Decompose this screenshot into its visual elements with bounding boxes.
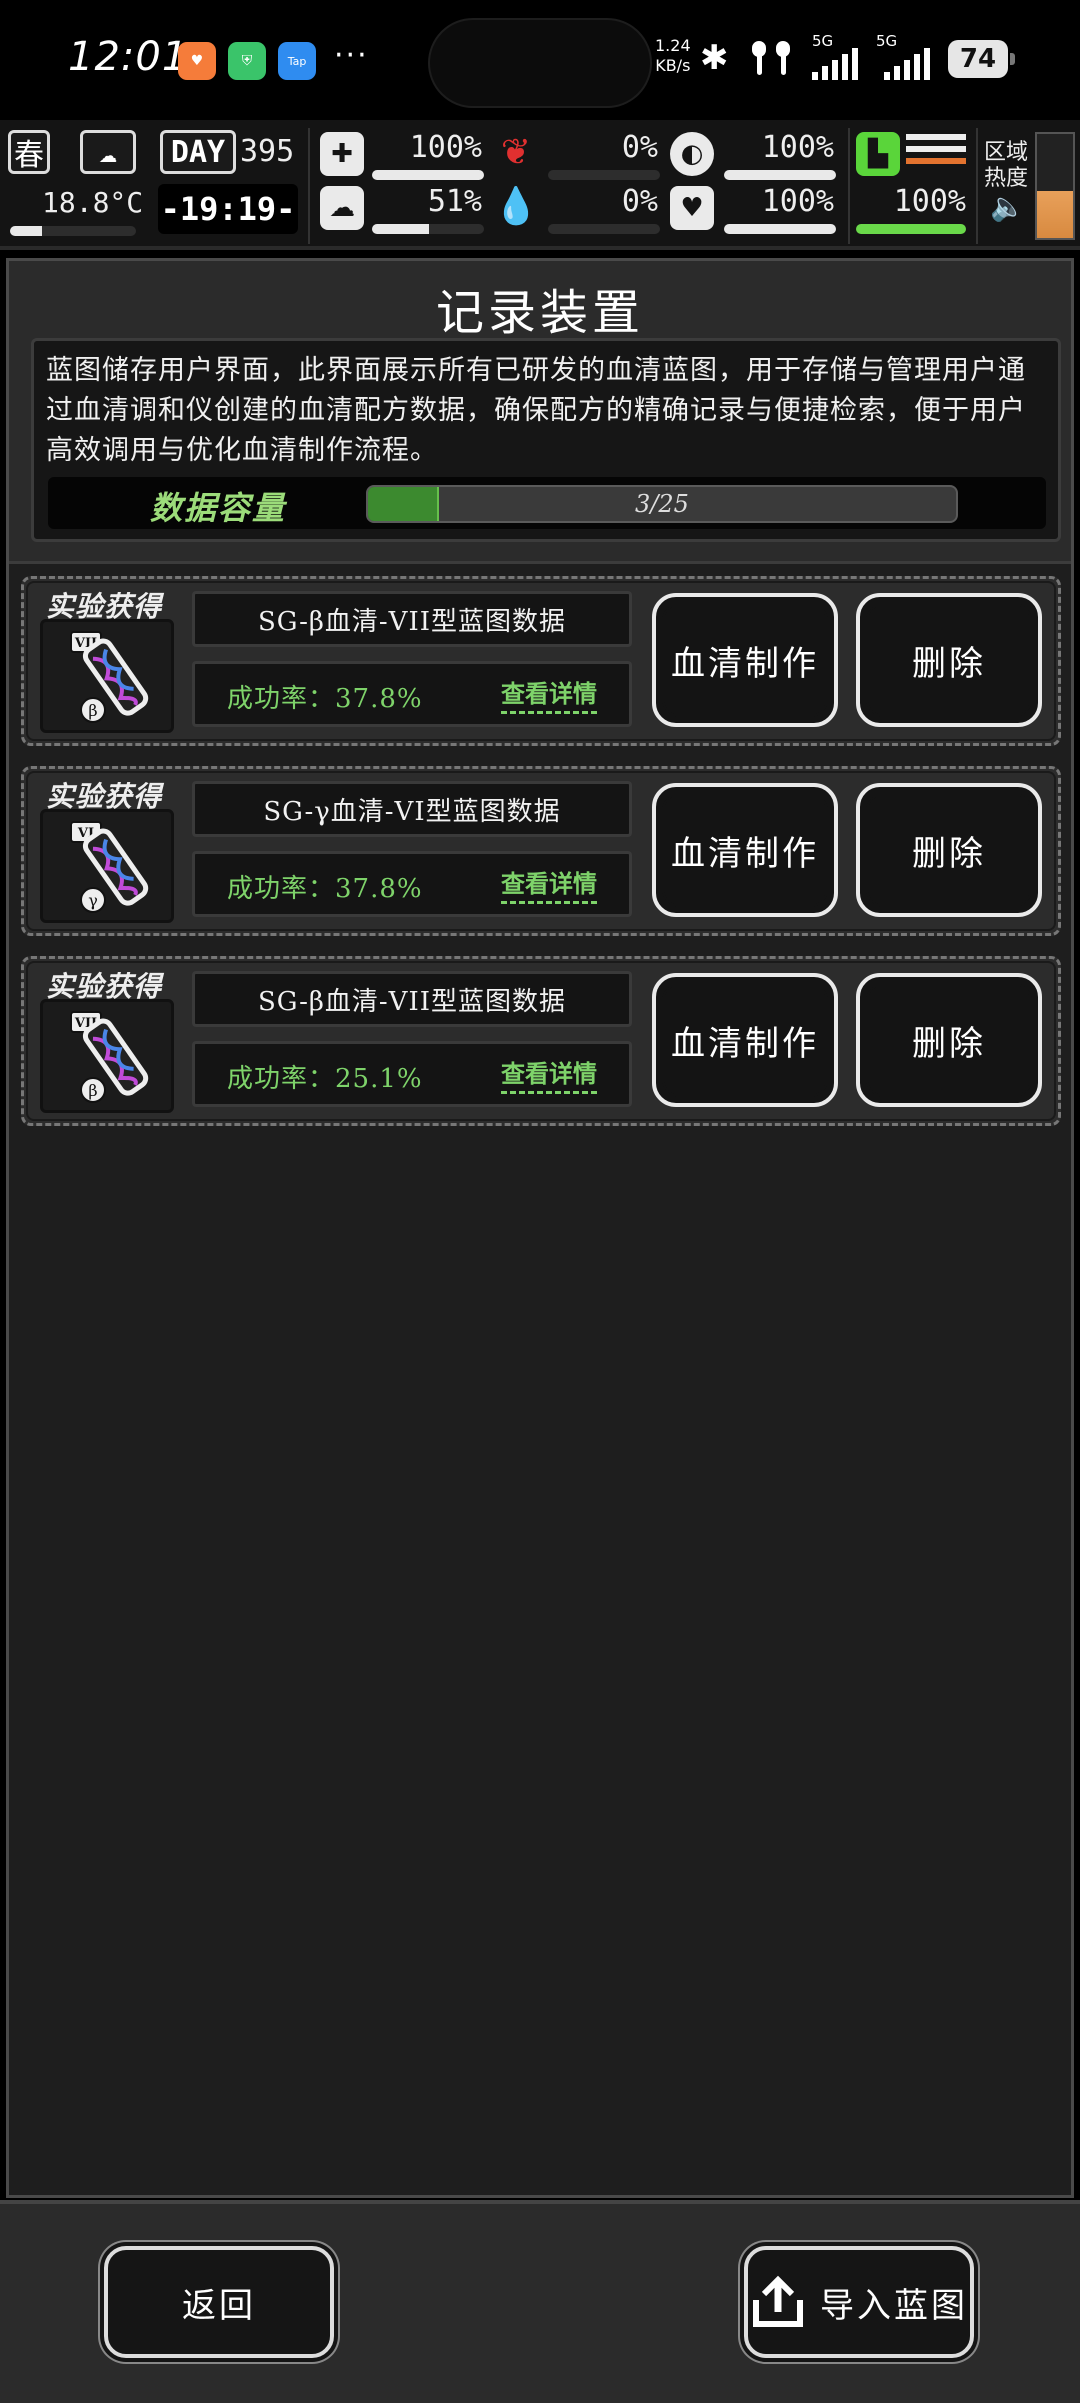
serum-vial-icon: VII β (70, 1011, 149, 1103)
upload-icon (753, 2275, 803, 2327)
view-details-link[interactable]: 查看详情 (501, 864, 597, 904)
description-text: 蓝图储存用户界面，此界面展示所有已研发的血清蓝图，用于存储与管理用户通过血清调和… (46, 355, 1026, 466)
region-heat-label: 区域 热度 (984, 140, 1029, 191)
blueprint-list: 实验获得 VII β SG-β血清-VII型蓝图数据 成功率：37.8% 查看详… (9, 561, 1071, 2195)
description-box: 蓝图储存用户界面，此界面展示所有已研发的血清蓝图，用于存储与管理用户通过血清调和… (31, 338, 1061, 542)
game-clock: -19:19- (158, 184, 298, 234)
sanity-meter (372, 224, 484, 234)
medkit-icon: ✚ (320, 132, 364, 176)
success-rate-box: 成功率：37.8% 查看详情 (192, 851, 632, 917)
sanity-value: 51% (427, 184, 482, 219)
footer-bar: 返回 导入蓝图 (0, 2200, 1080, 2403)
svg-text:γ: γ (88, 891, 98, 910)
blueprint-name: SG-β血清-VII型蓝图数据 (192, 971, 632, 1027)
make-serum-button[interactable]: 血清制作 (652, 783, 838, 917)
season-indicator: 春 (8, 130, 50, 174)
status-bar: 12:01 ♥ ⛨ Tap ··· 1.24 KB/s ✱ 5G 5G 74 (0, 0, 1080, 120)
delete-button[interactable]: 删除 (856, 973, 1042, 1107)
shield-app-icon: ⛨ (228, 42, 266, 80)
blueprint-card: 实验获得 VII β SG-β血清-VII型蓝图数据 成功率：37.8% 查看详… (21, 576, 1061, 746)
stamina-stripes (906, 134, 966, 164)
bleeding-value: 0% (621, 184, 658, 219)
more-notifications-icon: ··· (334, 38, 369, 73)
earbuds-icon (748, 38, 794, 78)
network-speed: 1.24 KB/s (655, 36, 691, 75)
serum-vial-icon: VI γ (70, 821, 149, 913)
hunger-meter (548, 170, 660, 180)
delete-button[interactable]: 删除 (856, 593, 1042, 727)
capacity-label: 数据容量 (150, 489, 287, 527)
back-button-label: 返回 (182, 2285, 256, 2326)
make-serum-button[interactable]: 血清制作 (652, 973, 838, 1107)
success-rate: 成功率：25.1% (227, 1064, 423, 1094)
medicine-value: 100% (761, 130, 834, 165)
make-serum-button[interactable]: 血清制作 (652, 593, 838, 727)
mood-meter (724, 224, 836, 234)
stomach-icon: ❦ (500, 131, 532, 173)
capacity-count: 3/25 (635, 490, 689, 518)
health-meter (372, 170, 484, 180)
day-label: DAY (160, 130, 236, 174)
view-details-link[interactable]: 查看详情 (501, 674, 597, 714)
tap-app-icon: Tap (278, 42, 316, 80)
temperature-gauge (10, 226, 136, 236)
heart-app-icon: ♥ (178, 42, 216, 80)
serum-vial-icon: VII β (70, 631, 149, 723)
temperature-readout: 18.8°C (42, 186, 144, 219)
signal-icon-2 (884, 44, 930, 84)
serum-thumbnail: VII β (40, 619, 174, 733)
page-title: 记录装置 (435, 285, 644, 341)
day-counter: 395 (240, 134, 295, 169)
speaker-icon[interactable]: 🔈 (990, 190, 1025, 223)
blueprint-card: 实验获得 VI γ SG-γ血清-VI型蓝图数据 成功率：37.8% 查看详情 … (21, 766, 1061, 936)
back-button[interactable]: 返回 (104, 2246, 334, 2358)
svg-text:β: β (88, 1081, 97, 1100)
success-rate-box: 成功率：37.8% 查看详情 (192, 661, 632, 727)
survival-hud: 春 ☁ 18.8°C DAY 395 -19:19- ✚ 100% ❦ 0% ◐… (0, 120, 1080, 250)
medicine-meter (724, 170, 836, 180)
capacity-progress: 3/25 (366, 485, 958, 523)
bluetooth-icon: ✱ (700, 38, 729, 78)
signal-icon-1 (812, 44, 858, 84)
pill-icon: ◐ (670, 132, 714, 176)
serum-thumbnail: VII β (40, 999, 174, 1113)
record-device-panel: 记录装置 蓝图储存用户界面，此界面展示所有已研发的血清蓝图，用于存储与管理用户通… (6, 258, 1074, 2198)
success-rate: 成功率：37.8% (227, 684, 423, 714)
blueprint-name: SG-β血清-VII型蓝图数据 (192, 591, 632, 647)
svg-text:β: β (88, 701, 97, 720)
import-blueprint-button[interactable]: 导入蓝图 (744, 2246, 974, 2358)
serum-thumbnail: VI γ (40, 809, 174, 923)
blueprint-name: SG-γ血清-VI型蓝图数据 (192, 781, 632, 837)
success-rate: 成功率：37.8% (227, 874, 423, 904)
data-capacity-bar: 数据容量 3/25 (48, 477, 1046, 529)
clock-time: 12:01 (68, 34, 189, 80)
delete-button[interactable]: 删除 (856, 783, 1042, 917)
view-details-link[interactable]: 查看详情 (501, 1054, 597, 1094)
region-heat-gauge (1035, 132, 1075, 240)
hunger-value: 0% (621, 130, 658, 165)
stamina-meter (856, 224, 966, 234)
boot-icon: ▙ (856, 132, 900, 176)
stamina-value: 100% (893, 184, 966, 219)
battery-indicator: 74 (948, 40, 1015, 78)
heart-icon: ♥ (670, 186, 714, 230)
mood-value: 100% (761, 184, 834, 219)
weather-icon: ☁ (80, 130, 136, 174)
health-value: 100% (409, 130, 482, 165)
blueprint-card: 实验获得 VII β SG-β血清-VII型蓝图数据 成功率：25.1% 查看详… (21, 956, 1061, 1126)
blood-drop-icon: 💧 (493, 186, 539, 227)
brain-icon: ☁ (320, 186, 364, 230)
camera-cutout (428, 18, 652, 108)
success-rate-box: 成功率：25.1% 查看详情 (192, 1041, 632, 1107)
bleeding-meter (548, 224, 660, 234)
import-button-label: 导入蓝图 (820, 2285, 968, 2326)
